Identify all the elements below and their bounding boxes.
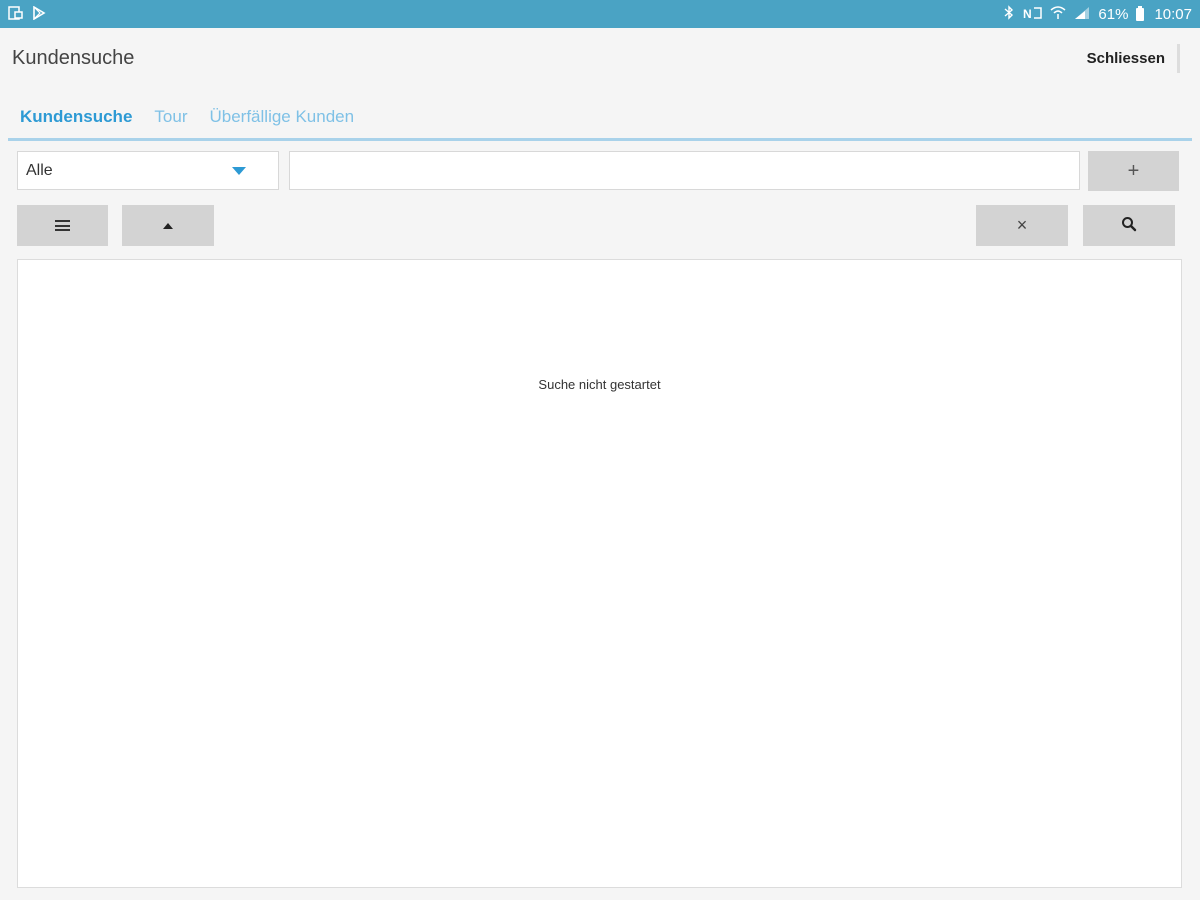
play-store-icon <box>32 5 46 23</box>
status-bar: N 61% 10:07 <box>0 0 1200 28</box>
page-title: Kundensuche <box>12 46 135 69</box>
wifi-icon <box>1050 5 1066 23</box>
search-input[interactable] <box>289 151 1080 190</box>
clock: 10:07 <box>1154 5 1192 23</box>
plus-icon: + <box>1127 159 1140 182</box>
menu-button[interactable] <box>17 205 108 246</box>
results-panel: Suche nicht gestartet <box>17 259 1182 888</box>
title-bar: Kundensuche Schliessen <box>0 28 1200 88</box>
tab-tour[interactable]: Tour <box>154 107 187 127</box>
results-empty-message: Suche nicht gestartet <box>538 377 661 392</box>
status-bar-left <box>8 5 46 23</box>
dropdown-arrow-icon <box>232 167 246 175</box>
nfc-icon: N <box>1022 6 1043 23</box>
signal-icon <box>1074 6 1090 23</box>
gallery-icon <box>8 5 24 23</box>
status-bar-right: N 61% 10:07 <box>1004 5 1192 23</box>
svg-text:N: N <box>1023 7 1032 20</box>
add-button[interactable]: + <box>1088 151 1179 191</box>
search-icon <box>1121 216 1137 235</box>
filter-select[interactable]: Alle <box>17 151 279 190</box>
tab-bar: Kundensuche Tour Überfällige Kunden <box>8 96 1192 141</box>
tab-kundensuche[interactable]: Kundensuche <box>20 107 132 127</box>
tab-ueberfaellige-kunden[interactable]: Überfällige Kunden <box>209 107 354 127</box>
arrow-up-icon <box>163 222 173 229</box>
clear-button[interactable]: × <box>976 205 1068 246</box>
close-icon: × <box>1016 215 1028 235</box>
filter-select-value: Alle <box>26 161 53 179</box>
menu-icon <box>55 220 70 231</box>
collapse-button[interactable] <box>122 205 214 246</box>
close-button[interactable]: Schliessen <box>1083 43 1180 73</box>
battery-icon <box>1136 5 1145 21</box>
battery-percent: 61% <box>1098 5 1129 23</box>
search-button[interactable] <box>1083 205 1175 246</box>
bluetooth-icon <box>1004 5 1014 23</box>
